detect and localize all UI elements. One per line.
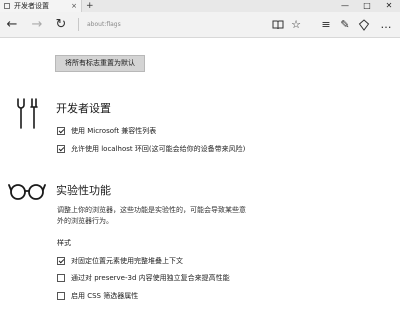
checkbox-preserve-3d[interactable] [57,274,65,282]
tab-close-icon[interactable]: × [71,1,77,11]
option-css-filter[interactable]: 启用 CSS 筛选器属性 [57,291,138,301]
hub-icon[interactable]: ≡ [318,12,334,37]
option-label: 允许使用 localhost 环回(这可能会给你的设备带来风险) [71,145,246,153]
styles-subheading: 样式 [57,239,71,247]
checkbox-fixed-stacking-context[interactable] [57,257,65,265]
checkbox-compat-list[interactable] [57,127,65,135]
navigation-bar: ← → ↻ about:flags ☆ ≡ ✎ … [0,12,400,38]
browser-tab[interactable]: 开发者设置 × [0,0,82,12]
share-icon[interactable] [356,12,372,37]
experimental-description: 调整上你的浏览器，这些功能是实验性的，可能会导致某些意外的浏览器行为。 [57,206,246,225]
checkbox-localhost-loopback[interactable] [57,145,65,153]
reset-all-flags-button[interactable]: 将所有标志重置为默认 [55,55,145,72]
maximize-button[interactable]: □ [356,0,378,12]
option-compat-list[interactable]: 使用 Microsoft 兼容性列表 [57,126,156,136]
forward-button[interactable]: → [28,12,46,37]
more-icon[interactable]: … [378,12,394,37]
option-label: 启用 CSS 筛选器属性 [71,292,139,300]
window-close-button[interactable]: ✕ [378,0,400,12]
option-label: 对固定位置元素使用完整堆叠上下文 [71,257,183,265]
page-icon [4,3,10,9]
option-preserve-3d[interactable]: 通过对 preserve-3d 内容使用独立复合来提高性能 [57,273,230,283]
option-label: 通过对 preserve-3d 内容使用独立复合来提高性能 [71,274,230,282]
experimental-features-heading: 实验性功能 [56,184,111,197]
developer-settings-heading: 开发者设置 [56,102,111,115]
back-button[interactable]: ← [3,12,21,37]
notes-icon[interactable]: ✎ [337,12,353,37]
new-tab-button[interactable]: + [86,0,94,12]
favorites-star-icon[interactable]: ☆ [288,12,304,37]
tab-title: 开发者设置 [14,2,49,10]
checkbox-css-filter[interactable] [57,292,65,300]
refresh-button[interactable]: ↻ [52,12,70,37]
minimize-button[interactable]: — [334,0,356,12]
option-localhost-loopback[interactable]: 允许使用 localhost 环回(这可能会给你的设备带来风险) [57,144,245,154]
goggles-icon [8,184,46,200]
title-bar: 开发者设置 × + — □ ✕ [0,0,400,12]
window-controls: — □ ✕ [334,0,400,12]
option-fixed-stacking-context[interactable]: 对固定位置元素使用完整堆叠上下文 [57,256,183,266]
address-bar[interactable]: about:flags [78,18,277,31]
reading-view-icon[interactable] [270,12,286,37]
developer-tools-icon [17,98,38,129]
option-label: 使用 Microsoft 兼容性列表 [71,127,157,135]
